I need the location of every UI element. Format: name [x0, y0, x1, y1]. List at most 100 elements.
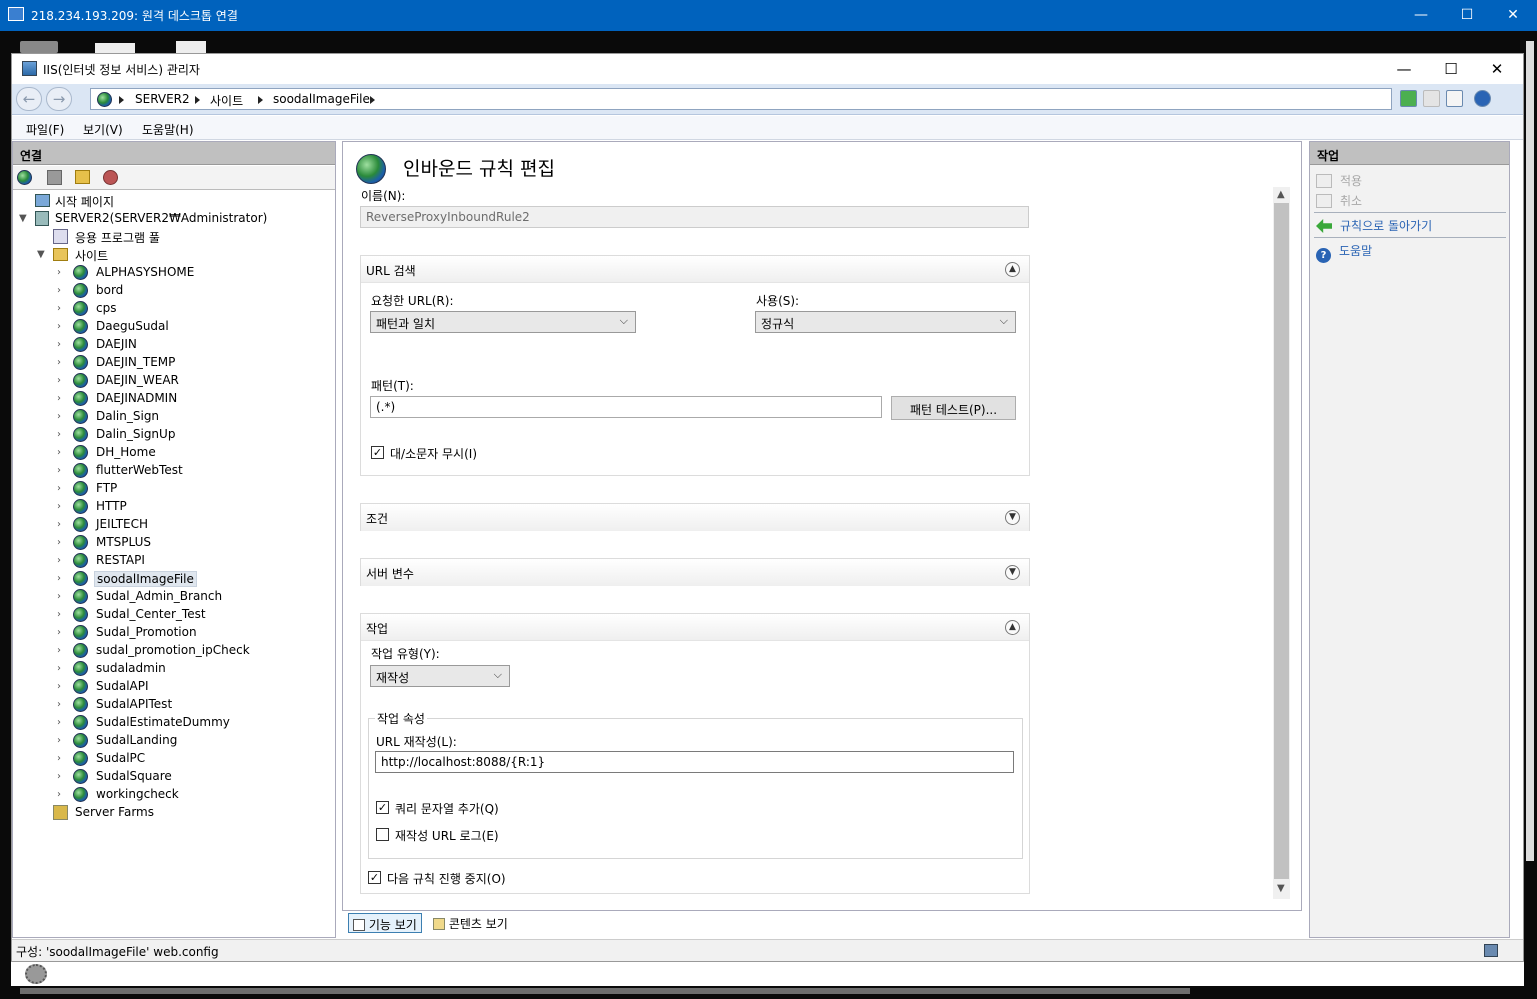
desktop-icon[interactable] — [95, 43, 135, 53]
iis-maximize-button[interactable]: ☐ — [1428, 54, 1474, 84]
chevron-right-icon[interactable]: › — [57, 321, 61, 332]
chevron-right-icon[interactable]: › — [57, 501, 61, 512]
chevron-right-icon[interactable]: › — [57, 735, 61, 746]
chevron-right-icon[interactable]: › — [57, 267, 61, 278]
remote-hscrollbar[interactable] — [20, 988, 1190, 994]
chevron-right-icon[interactable]: › — [57, 573, 61, 584]
chevron-right-icon[interactable]: › — [57, 753, 61, 764]
scroll-down-icon[interactable]: ▼ — [1277, 883, 1285, 894]
menu-view[interactable]: 보기(V) — [83, 121, 123, 138]
stop-icon[interactable] — [1423, 90, 1440, 107]
desktop-scrollbar[interactable] — [1526, 41, 1534, 861]
rdp-maximize-button[interactable]: ☐ — [1444, 0, 1490, 31]
disconnect-icon[interactable] — [103, 170, 118, 185]
breadcrumb-site[interactable]: soodalImageFile — [273, 92, 370, 106]
chevron-right-icon[interactable]: › — [57, 429, 61, 440]
name-field[interactable]: ReverseProxyInboundRule2 — [360, 206, 1029, 228]
collapse-icon[interactable]: ▲ — [1005, 620, 1020, 635]
action-type-select[interactable]: 재작성 ⌵ — [370, 665, 510, 687]
ignore-case-checkbox[interactable]: ✓ — [371, 446, 384, 459]
chevron-right-icon[interactable]: › — [57, 375, 61, 386]
chevron-right-icon[interactable]: › — [57, 681, 61, 692]
requested-url-select[interactable]: 패턴과 일치 ⌵ — [370, 311, 636, 333]
append-query-checkbox[interactable]: ✓ — [376, 801, 389, 814]
content-view-tab[interactable]: 콘텐츠 보기 — [429, 913, 512, 933]
conditions-section[interactable]: 조건 ▼ — [360, 503, 1030, 531]
breadcrumb-separator-icon[interactable] — [370, 96, 375, 104]
chevron-right-icon[interactable]: › — [57, 357, 61, 368]
server-variables-section[interactable]: 서버 변수 ▼ — [360, 558, 1030, 586]
help-action[interactable]: ? 도움말 — [1316, 242, 1372, 263]
breadcrumb-sites[interactable]: 사이트 — [210, 92, 243, 109]
scroll-up-icon[interactable]: ▲ — [1277, 189, 1285, 200]
iis-minimize-button[interactable]: — — [1381, 54, 1427, 84]
menu-file[interactable]: 파일(F) — [26, 121, 64, 138]
chevron-right-icon[interactable]: › — [57, 465, 61, 476]
collapse-icon[interactable]: ▲ — [1005, 262, 1020, 277]
help-icon[interactable] — [1474, 90, 1491, 107]
desktop-icon[interactable] — [176, 41, 206, 53]
test-pattern-button[interactable]: 패턴 테스트(P)... — [891, 396, 1016, 420]
stop-processing-checkbox[interactable]: ✓ — [368, 871, 381, 884]
connect-icon[interactable] — [17, 170, 32, 185]
save-icon[interactable] — [47, 170, 62, 185]
desktop-icon[interactable] — [20, 41, 58, 53]
rewrite-url-input[interactable]: http://localhost:8088/{R:1} — [375, 751, 1014, 773]
breadcrumb-server[interactable]: SERVER2 — [135, 92, 190, 106]
chevron-right-icon[interactable]: › — [57, 699, 61, 710]
action-header[interactable]: 작업 ▲ — [361, 614, 1029, 641]
chevron-right-icon[interactable]: › — [57, 609, 61, 620]
breadcrumb-separator-icon[interactable] — [258, 96, 263, 104]
iis-close-button[interactable]: ✕ — [1474, 54, 1520, 84]
action-type-label: 작업 유형(Y): — [371, 647, 440, 661]
rdp-close-button[interactable]: ✕ — [1490, 0, 1536, 31]
url-match-header[interactable]: URL 검색 ▲ — [361, 256, 1029, 283]
editor-scrollbar[interactable]: ▲ ▼ — [1273, 187, 1290, 899]
home-icon[interactable] — [1446, 90, 1463, 107]
features-view-tab[interactable]: 기능 보기 — [348, 913, 422, 933]
rdp-minimize-button[interactable]: — — [1398, 0, 1444, 31]
pattern-input[interactable]: (.*) — [370, 396, 882, 418]
expand-icon[interactable]: ▼ — [1005, 510, 1020, 525]
chevron-right-icon[interactable]: › — [57, 627, 61, 638]
chevron-right-icon[interactable]: › — [57, 663, 61, 674]
chevron-right-icon[interactable]: › — [57, 717, 61, 728]
server-variables-header[interactable]: 서버 변수 ▼ — [361, 559, 1029, 586]
using-select[interactable]: 정규식 ⌵ — [755, 311, 1016, 333]
breadcrumb-separator-icon[interactable] — [119, 96, 124, 104]
chevron-right-icon[interactable]: › — [57, 789, 61, 800]
globe-icon — [73, 769, 88, 784]
forward-button[interactable]: → — [46, 87, 72, 111]
chevron-right-icon[interactable]: › — [57, 771, 61, 782]
log-rewritten-url-checkbox[interactable] — [376, 828, 389, 841]
apply-action[interactable]: 적용 — [1316, 172, 1362, 189]
gear-icon[interactable] — [25, 964, 47, 984]
chevron-right-icon[interactable]: › — [57, 483, 61, 494]
up-folder-icon[interactable] — [75, 170, 90, 184]
chevron-right-icon[interactable]: › — [57, 519, 61, 530]
breadcrumb-separator-icon[interactable] — [195, 96, 200, 104]
chevron-right-icon[interactable]: › — [57, 411, 61, 422]
address-bar[interactable]: SERVER2 사이트 soodalImageFile — [90, 88, 1392, 110]
chevron-down-icon[interactable]: ▼ — [19, 213, 27, 224]
chevron-right-icon[interactable]: › — [57, 303, 61, 314]
chevron-down-icon[interactable]: ▼ — [37, 249, 45, 260]
globe-icon — [73, 445, 88, 460]
conditions-header[interactable]: 조건 ▼ — [361, 504, 1029, 531]
chevron-right-icon[interactable]: › — [57, 393, 61, 404]
chevron-right-icon[interactable]: › — [57, 537, 61, 548]
refresh-icon[interactable] — [1400, 90, 1417, 107]
chevron-right-icon[interactable]: › — [57, 645, 61, 656]
chevron-right-icon[interactable]: › — [57, 285, 61, 296]
chevron-right-icon[interactable]: › — [57, 339, 61, 350]
back-to-rules-action[interactable]: 규칙으로 돌아가기 — [1316, 217, 1432, 234]
connections-header: 연결 — [13, 142, 335, 165]
chevron-right-icon[interactable]: › — [57, 555, 61, 566]
back-button[interactable]: ← — [16, 87, 42, 111]
expand-icon[interactable]: ▼ — [1005, 565, 1020, 580]
menu-help[interactable]: 도움말(H) — [142, 121, 194, 138]
cancel-action[interactable]: 취소 — [1316, 192, 1362, 209]
chevron-right-icon[interactable]: › — [57, 447, 61, 458]
scrollbar-thumb[interactable] — [1274, 203, 1289, 879]
chevron-right-icon[interactable]: › — [57, 591, 61, 602]
